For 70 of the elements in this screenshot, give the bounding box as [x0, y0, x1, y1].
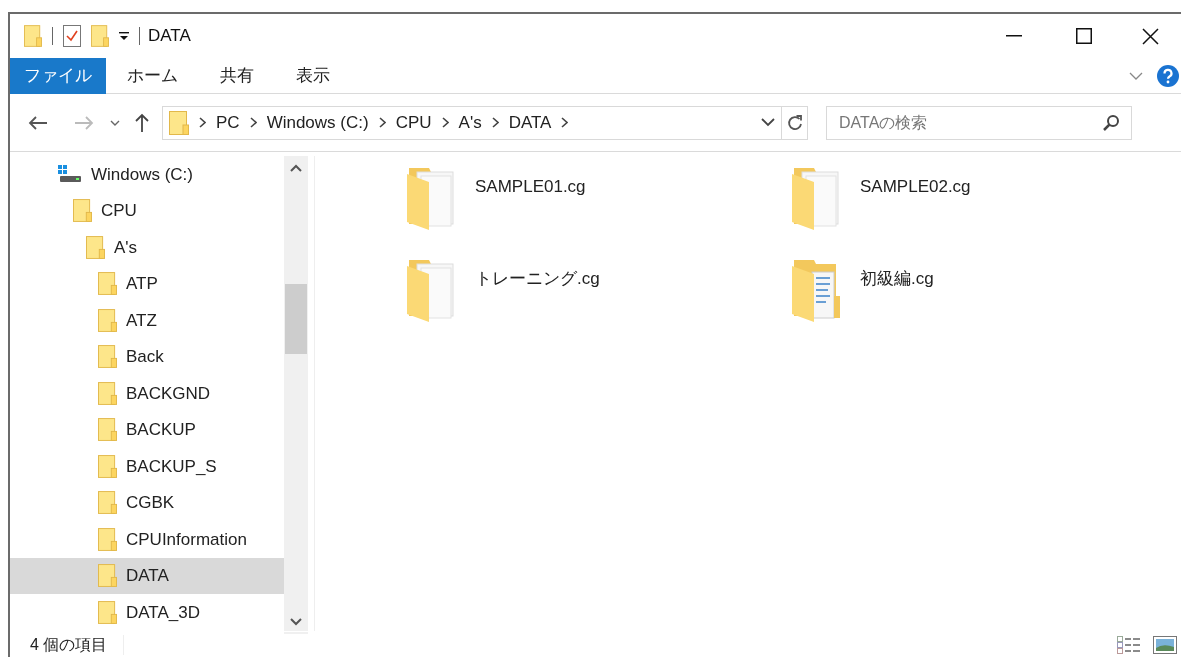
folder-icon — [98, 380, 117, 406]
folder-icon — [98, 453, 117, 479]
chevron-right-icon[interactable] — [199, 117, 206, 128]
search-field[interactable]: DATAの検索 — [826, 105, 1132, 140]
back-arrow-icon[interactable] — [28, 114, 48, 131]
folder-icon — [98, 490, 117, 516]
close-icon — [1141, 27, 1159, 45]
breadcrumb[interactable]: PC — [216, 109, 240, 136]
file-menu-button[interactable]: ファイル — [10, 58, 106, 94]
scrollbar[interactable] — [284, 156, 308, 634]
chevron-right-icon[interactable] — [441, 117, 449, 128]
chevron-down-icon[interactable] — [761, 118, 775, 127]
chevron-down-icon[interactable] — [110, 119, 120, 126]
tree-item[interactable]: CPU — [10, 192, 284, 229]
details-view-icon[interactable] — [1117, 635, 1141, 654]
breadcrumb[interactable]: DATA — [508, 109, 552, 136]
chevron-right-icon[interactable] — [491, 117, 499, 128]
scroll-up-icon[interactable] — [290, 164, 302, 172]
breadcrumb[interactable]: CPU — [395, 109, 432, 136]
folder-icon — [98, 599, 117, 625]
folder-icon — [98, 526, 117, 552]
folder-icon — [169, 109, 189, 136]
tree-item[interactable]: BACKGND — [10, 375, 284, 412]
folder-icon — [24, 24, 42, 48]
help-icon[interactable] — [1157, 64, 1179, 87]
ribbon-tab[interactable]: 共有 — [199, 58, 275, 94]
folder-icon — [86, 234, 105, 260]
chevron-right-icon[interactable] — [561, 117, 569, 128]
large-icons-view-icon[interactable] — [1153, 635, 1177, 654]
scrollbar-thumb[interactable] — [285, 284, 307, 354]
up-arrow-icon[interactable] — [134, 112, 150, 133]
file-name[interactable]: SAMPLE02.cg — [860, 174, 971, 200]
chevron-right-icon[interactable] — [249, 117, 257, 128]
tree-item[interactable]: A's — [10, 229, 284, 266]
window-title: DATA — [148, 25, 191, 48]
tree-item[interactable]: CPUInformation — [10, 521, 284, 558]
search-icon — [1102, 113, 1120, 132]
folder-icon — [98, 271, 117, 297]
tree-item[interactable]: DATA_3D — [10, 594, 284, 631]
file-name[interactable]: 初級編.cg — [860, 266, 934, 292]
breadcrumb[interactable]: Windows (C:) — [266, 109, 369, 136]
tree-item[interactable]: Back — [10, 338, 284, 375]
breadcrumb[interactable]: A's — [458, 109, 482, 136]
folder-icon — [98, 563, 117, 589]
ribbon-tab[interactable]: ホーム — [106, 58, 199, 94]
tree-item[interactable]: DATA — [10, 557, 284, 594]
drive-icon — [58, 165, 82, 184]
tree-item[interactable]: ATP — [10, 265, 284, 302]
tree-item[interactable]: CGBK — [10, 484, 284, 521]
scroll-down-icon[interactable] — [290, 618, 302, 626]
file-name[interactable]: SAMPLE01.cg — [475, 174, 586, 200]
customize-dropdown-icon[interactable] — [119, 31, 129, 41]
new-folder-icon — [91, 24, 109, 48]
properties-icon[interactable] — [63, 25, 81, 47]
tree-item[interactable]: ATZ — [10, 302, 284, 339]
tree-item[interactable]: BACKUP — [10, 411, 284, 448]
item-count: 4 個の項目 — [30, 634, 108, 655]
refresh-icon — [786, 114, 803, 131]
folder-icon — [98, 344, 117, 370]
maximize-icon — [1076, 28, 1092, 44]
folder-icon — [73, 198, 92, 224]
minimize-icon — [1006, 35, 1022, 37]
chevron-right-icon[interactable] — [378, 117, 386, 128]
tree-item[interactable]: BACKUP_S — [10, 448, 284, 485]
tree-item[interactable]: Windows (C:) — [10, 156, 284, 193]
folder-icon — [98, 307, 117, 333]
address-bar[interactable]: PC Windows (C:) CPU A's DATA — [162, 105, 808, 140]
folder-icon — [98, 417, 117, 443]
file-name[interactable]: トレーニング.cg — [475, 266, 600, 292]
ribbon-tab[interactable]: 表示 — [275, 58, 351, 94]
